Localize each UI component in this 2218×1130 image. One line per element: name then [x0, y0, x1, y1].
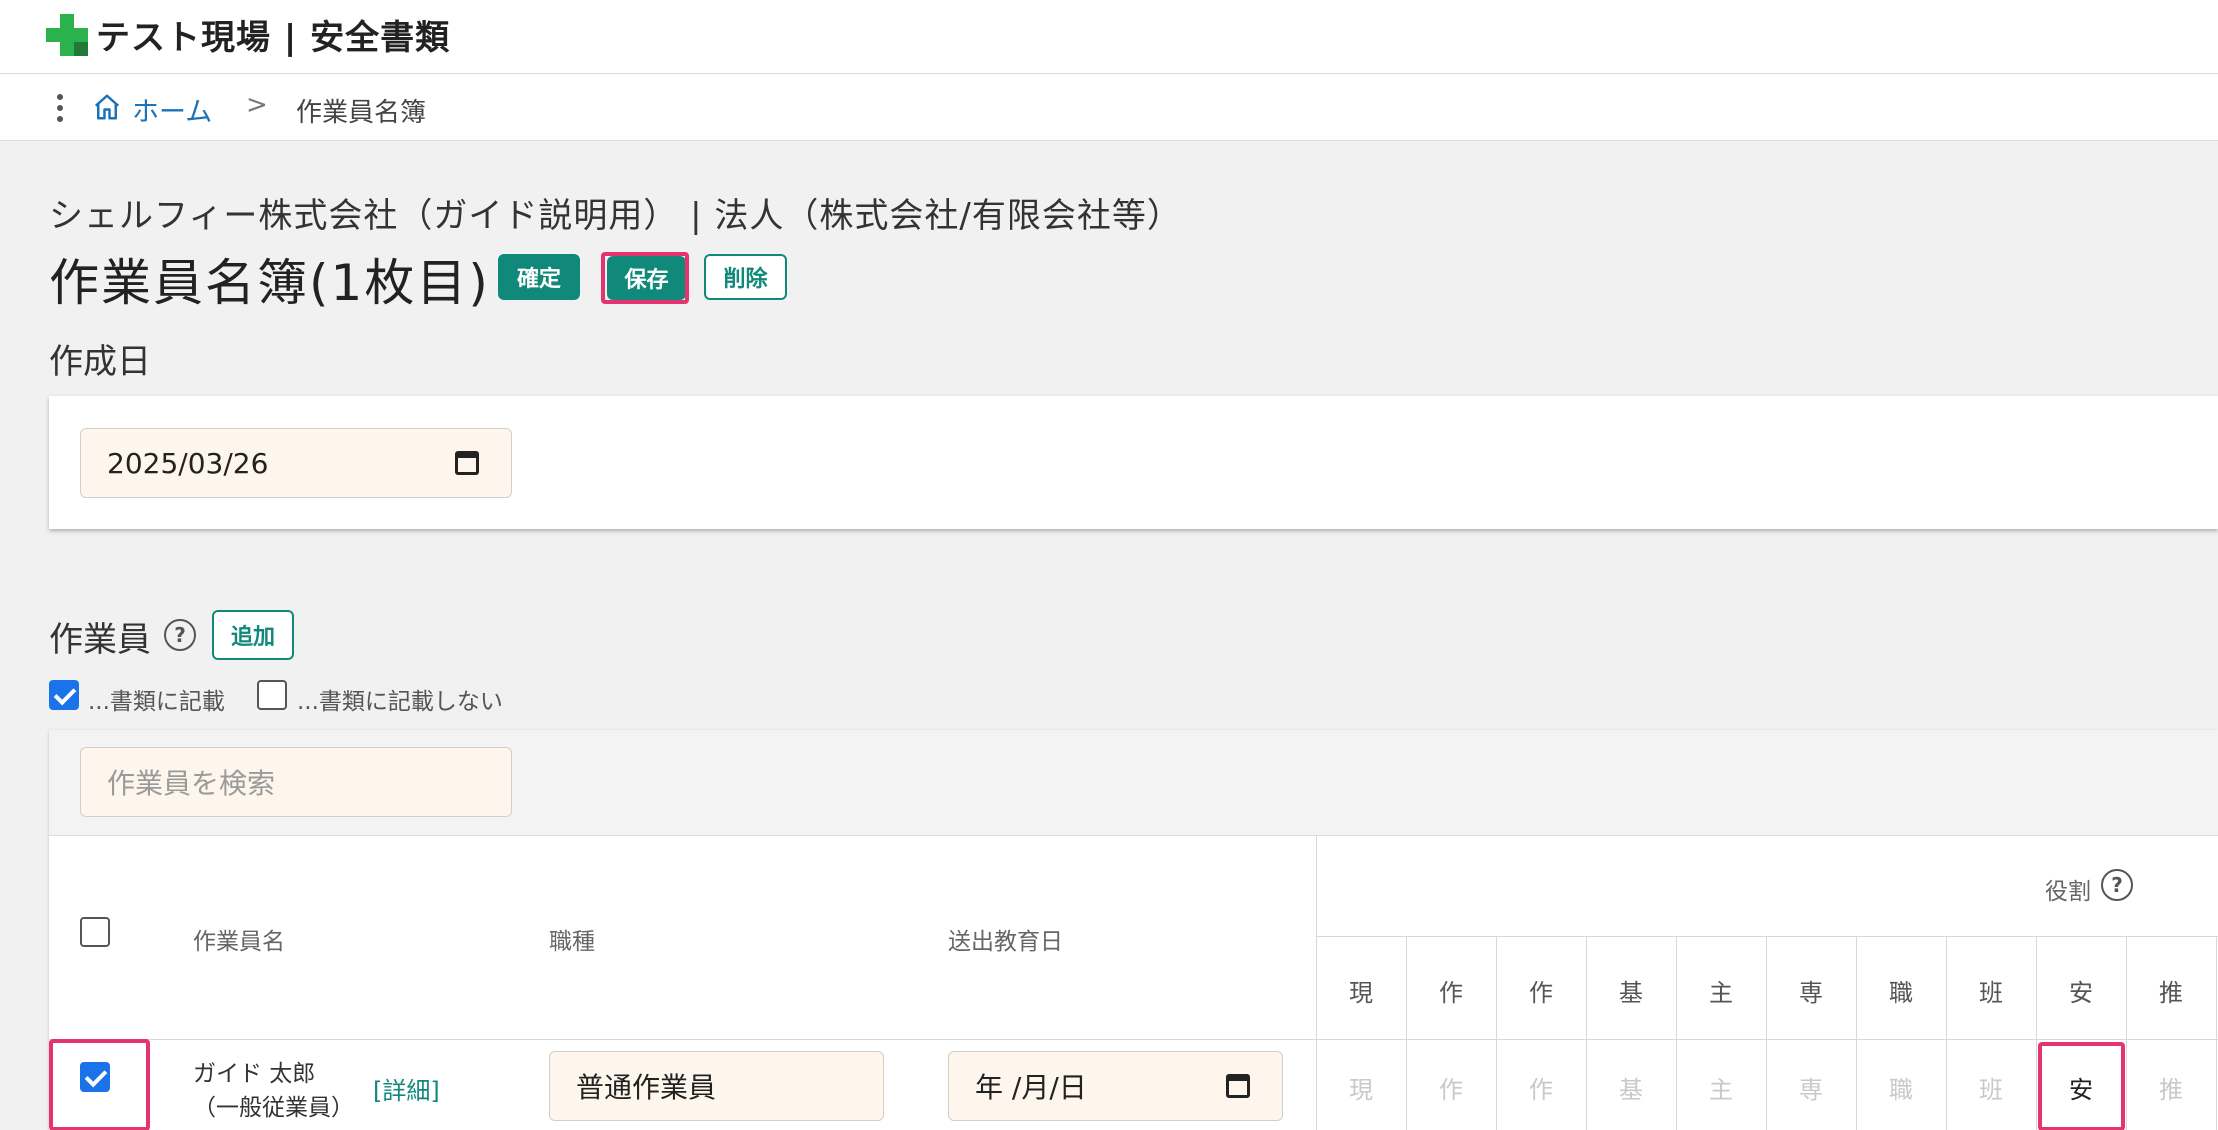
role-header: 班 [1979, 979, 2003, 1007]
role-toggle-active[interactable]: 安 [2036, 1070, 2126, 1105]
role-header: 専 [1799, 979, 1823, 1007]
education-date-value: 年 /月/日 [975, 1071, 1087, 1104]
role-toggle[interactable]: 作 [1496, 1070, 1586, 1105]
role-toggle[interactable]: 班 [1946, 1070, 2036, 1105]
created-date-input[interactable]: 2025/03/26 [80, 428, 512, 498]
filter-include-checkbox[interactable] [49, 680, 79, 710]
help-icon[interactable]: ? [164, 619, 196, 651]
chevron-right-icon: > [246, 90, 268, 120]
company-name: シェルフィー株式会社（ガイド説明用） | 法人（株式会社/有限会社等） [49, 196, 1182, 236]
filter-exclude-checkbox[interactable] [257, 680, 287, 710]
add-worker-button[interactable]: 追加 [212, 610, 294, 660]
created-date-label: 作成日 [49, 342, 151, 382]
calendar-icon[interactable] [455, 451, 479, 475]
divider [2216, 936, 2217, 1130]
kebab-menu-icon[interactable] [52, 94, 68, 122]
role-header: 安 [2069, 979, 2093, 1007]
column-header-name: 作業員名 [193, 929, 285, 955]
select-all-checkbox[interactable] [80, 917, 110, 947]
role-toggle[interactable]: 主 [1676, 1070, 1766, 1105]
worker-search-input[interactable]: 作業員を検索 [80, 747, 512, 817]
job-type-input[interactable]: 普通作業員 [549, 1051, 884, 1121]
breadcrumb: ホーム > 作業員名簿 [0, 74, 2218, 141]
roles-help-icon[interactable]: ? [2101, 869, 2133, 901]
role-header: 作 [1529, 979, 1553, 1007]
breadcrumb-current: 作業員名簿 [296, 98, 427, 128]
row-checkbox[interactable] [80, 1062, 110, 1092]
education-date-input[interactable]: 年 /月/日 [948, 1051, 1283, 1121]
role-toggle[interactable]: 職 [1856, 1070, 1946, 1105]
worker-name: ガイド 太郎 [193, 1061, 316, 1087]
delete-button[interactable]: 削除 [704, 254, 787, 300]
filter-include-label: ...書類に記載 [88, 689, 225, 715]
worker-type: （一般従業員） [193, 1095, 354, 1121]
workers-label: 作業員 [49, 620, 151, 660]
role-header: 現 [1349, 979, 1373, 1007]
search-placeholder: 作業員を検索 [107, 767, 276, 800]
job-type-value: 普通作業員 [576, 1071, 717, 1104]
column-header-job: 職種 [549, 929, 595, 955]
role-header: 推 [2159, 979, 2183, 1007]
role-toggle[interactable]: 専 [1766, 1070, 1856, 1105]
home-icon[interactable] [92, 92, 122, 122]
role-toggle[interactable]: 現 [1316, 1070, 1406, 1105]
role-toggle[interactable]: 推 [2126, 1070, 2216, 1105]
role-header: 職 [1889, 979, 1913, 1007]
page-title: 作業員名簿(1枚目) [49, 254, 490, 312]
role-header: 基 [1619, 979, 1643, 1007]
confirm-button[interactable]: 確定 [498, 254, 580, 300]
divider [1316, 936, 2218, 937]
role-header: 主 [1709, 979, 1733, 1007]
role-header: 作 [1439, 979, 1463, 1007]
site-logo-icon [46, 14, 88, 56]
role-toggle[interactable]: 作 [1406, 1070, 1496, 1105]
created-date-value: 2025/03/26 [107, 446, 269, 480]
top-bar: テスト現場 | 安全書類 [0, 0, 2218, 74]
worker-detail-link[interactable]: [詳細] [373, 1071, 440, 1106]
workers-table: 作業員名 職種 送出教育日 役割 ? 現 作 作 基 主 専 職 班 安 推 ガ… [49, 835, 2218, 1130]
site-title: テスト現場 | 安全書類 [96, 18, 451, 58]
created-date-card: 2025/03/26 [49, 396, 2218, 529]
column-header-education-date: 送出教育日 [948, 929, 1063, 955]
divider [49, 1039, 2218, 1040]
filter-exclude-label: ...書類に記載しない [297, 689, 503, 715]
column-header-roles: 役割 [2045, 879, 2091, 905]
save-button[interactable]: 保存 [607, 256, 686, 300]
calendar-icon[interactable] [1226, 1074, 1250, 1098]
breadcrumb-home-link[interactable]: ホーム [132, 90, 212, 129]
role-toggle[interactable]: 基 [1586, 1070, 1676, 1105]
